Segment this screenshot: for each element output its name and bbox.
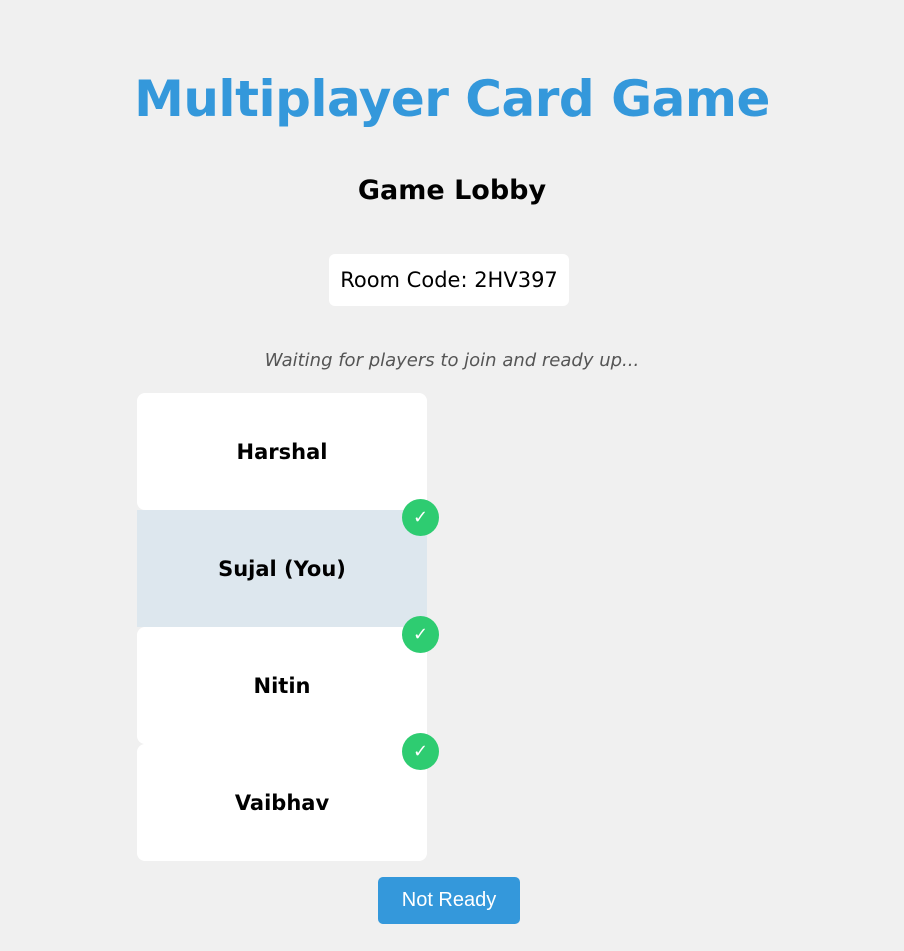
room-code: Room Code: 2HV397 bbox=[329, 254, 569, 306]
waiting-status: Waiting for players to join and ready up… bbox=[264, 350, 640, 371]
page-title: Multiplayer Card Game bbox=[134, 70, 770, 128]
player-name: Harshal bbox=[236, 439, 328, 464]
player-card: Nitin ✓ bbox=[137, 627, 439, 770]
player-name: Sujal (You) bbox=[218, 556, 346, 581]
player-card: Harshal ✓ bbox=[137, 393, 439, 536]
ready-check-icon: ✓ bbox=[402, 616, 439, 653]
ready-toggle-button[interactable]: Not Ready bbox=[378, 877, 520, 924]
player-card: Vaibhav bbox=[137, 744, 427, 861]
player-name: Vaibhav bbox=[234, 790, 330, 815]
player-card-current: Sujal (You) ✓ bbox=[137, 510, 439, 653]
ready-check-icon: ✓ bbox=[402, 733, 439, 770]
player-name: Nitin bbox=[253, 673, 311, 698]
player-list: Harshal ✓ Sujal (You) ✓ Nitin ✓ Vaibhav bbox=[137, 393, 439, 861]
lobby-heading: Game Lobby bbox=[357, 175, 547, 206]
ready-check-icon: ✓ bbox=[402, 499, 439, 536]
